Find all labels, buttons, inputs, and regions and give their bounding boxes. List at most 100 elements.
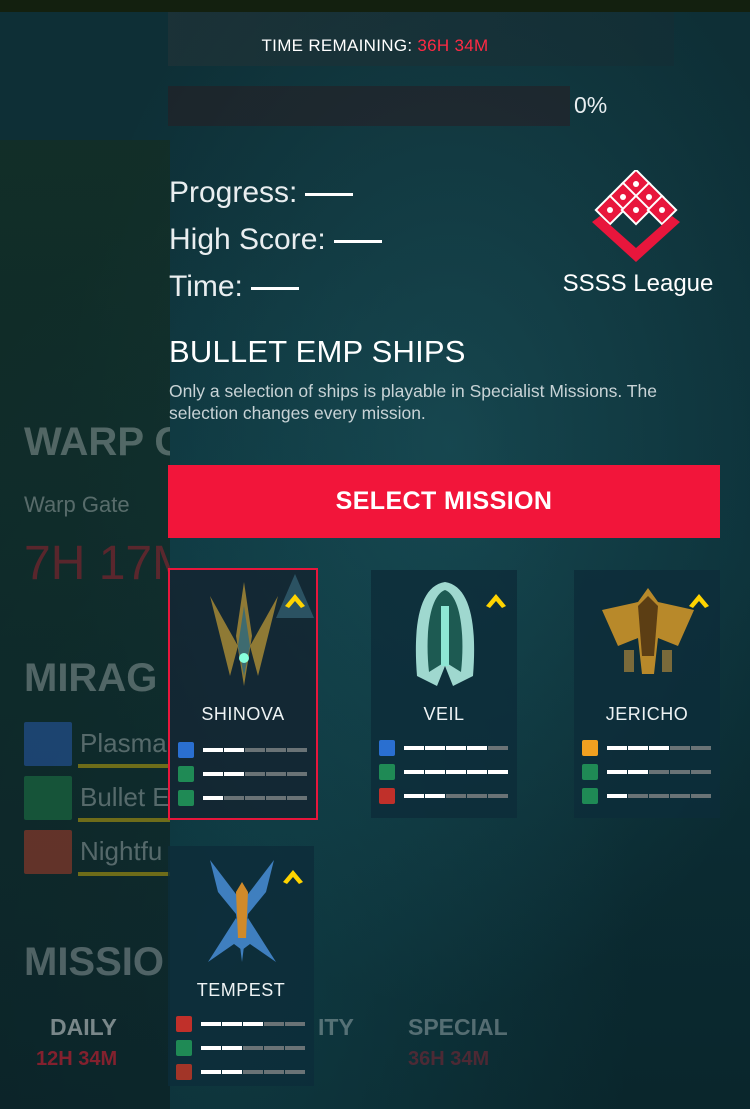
background-screen: WARP GATE Warp Gate 7H 17M MIRAG Plasma …	[0, 0, 170, 1109]
stat-bar-segment	[607, 746, 627, 750]
stat-bar-segment	[285, 1070, 305, 1074]
emp-icon	[379, 788, 395, 804]
stat-bar-segment	[488, 770, 508, 774]
stat-bar-segment	[425, 794, 445, 798]
stat-bar-segment	[266, 772, 286, 776]
boost-icon	[582, 788, 598, 804]
background-item: Nightfu	[80, 836, 163, 866]
rank-chevron-icon	[283, 870, 303, 884]
tempest-ship-icon	[208, 860, 276, 962]
stat-bar-segment	[446, 770, 466, 774]
fire-icon	[582, 740, 598, 756]
boost-icon	[178, 790, 194, 806]
stat-bar-segment	[425, 770, 445, 774]
stat-bar-segment	[266, 796, 286, 800]
stat-bar-segment	[222, 1046, 242, 1050]
stat-bar-segment	[287, 772, 307, 776]
missions-title: MISSIO	[24, 940, 165, 984]
ship-name: JERICHO	[605, 704, 689, 724]
time-stat: Time:	[169, 270, 299, 304]
stat-bar-segment	[201, 1046, 221, 1050]
ship-stat-row	[178, 766, 312, 782]
stat-bar-segment	[691, 794, 711, 798]
bullet-icon	[582, 764, 598, 780]
ship-stat-row	[178, 742, 312, 758]
stat-bar-segment	[245, 748, 265, 752]
stat-bar-segment	[467, 794, 487, 798]
ship-stat-row	[582, 788, 716, 804]
stat-bar-segment	[628, 794, 648, 798]
ship-stat-row	[176, 1016, 310, 1032]
time-remaining-value: 36H 34M	[417, 36, 489, 55]
stat-bar-segment	[628, 746, 648, 750]
mirage-title: MIRAG	[24, 656, 158, 700]
ship-card-shinova[interactable]: SHINOVA	[168, 568, 318, 820]
mission-title: BULLET EMP SHIPS	[169, 334, 466, 369]
stat-bar-segment	[607, 794, 627, 798]
ship-name: SHINOVA	[201, 704, 285, 724]
stat-bar-segment	[201, 1070, 221, 1074]
tab-special: SPECIAL	[408, 1014, 508, 1040]
stat-bar-segment	[222, 1070, 242, 1074]
stat-bar-segment	[285, 1046, 305, 1050]
background-item: Plasma	[80, 728, 167, 758]
ship-name: TEMPEST	[196, 980, 286, 1000]
stat-bar-segment	[264, 1022, 284, 1026]
plasma-icon	[379, 740, 395, 756]
warp-gate-timer: 7H 17M	[24, 537, 170, 590]
ship-card-tempest[interactable]: TEMPEST	[168, 846, 314, 1086]
background-item: Bullet E	[80, 782, 170, 812]
stat-bar-segment	[264, 1046, 284, 1050]
time-label: Time:	[169, 270, 243, 303]
time-remaining-label: TIME REMAINING:	[261, 36, 413, 55]
tab-daily: DAILY	[50, 1014, 117, 1040]
bullet-icon	[24, 776, 72, 820]
league-logo-icon	[592, 170, 680, 262]
stat-bar-segment	[425, 746, 445, 750]
nightfury-icon	[24, 830, 72, 874]
bullet-icon	[176, 1040, 192, 1056]
stat-bar-segment	[287, 748, 307, 752]
stat-bar-segment	[245, 772, 265, 776]
mission-progress-bar	[168, 86, 570, 126]
time-remaining: TIME REMAINING: 36H 34M	[0, 36, 750, 56]
ship-stat-row	[176, 1040, 310, 1056]
stat-bar-segment	[649, 770, 669, 774]
stat-bar-segment	[628, 770, 648, 774]
stat-bar-segment	[243, 1070, 263, 1074]
mission-description: Only a selection of ships is playable in…	[169, 381, 657, 423]
stat-bar-segment	[224, 748, 244, 752]
progress-label: Progress:	[169, 176, 298, 209]
emp-icon	[176, 1016, 192, 1032]
stat-bar-segment	[446, 746, 466, 750]
select-mission-button[interactable]: SELECT MISSION	[168, 465, 720, 538]
progress-percent: 0%	[574, 92, 608, 118]
stat-bar-segment	[607, 770, 627, 774]
high-score-label: High Score:	[169, 223, 326, 256]
ship-stat-row	[582, 740, 716, 756]
stat-bar-segment	[266, 748, 286, 752]
stat-bar-segment	[670, 746, 690, 750]
stat-bar-segment	[404, 794, 424, 798]
stat-bar-segment	[203, 772, 223, 776]
warp-gate-title: WARP GATE	[24, 420, 170, 464]
nightfury-icon	[176, 1064, 192, 1080]
rank-chevron-icon	[689, 594, 709, 608]
stat-bar-segment	[287, 796, 307, 800]
stat-bar-segment	[243, 1022, 263, 1026]
ship-card-veil[interactable]: VEIL	[371, 570, 517, 818]
ship-card-jericho[interactable]: JERICHO	[574, 570, 720, 818]
warp-gate-subtitle: Warp Gate	[24, 492, 130, 517]
stat-bar-segment	[649, 794, 669, 798]
tab-daily-time: 12H 34M	[36, 1048, 118, 1070]
ship-stat-row	[379, 740, 513, 756]
ship-stat-row	[582, 764, 716, 780]
stat-bar-segment	[404, 746, 424, 750]
ship-stat-row	[178, 790, 312, 806]
ship-name: VEIL	[423, 704, 465, 724]
stat-bar-segment	[201, 1022, 221, 1026]
stat-bar-segment	[245, 796, 265, 800]
progress-stat: Progress:	[169, 176, 354, 210]
stat-bar-segment	[203, 796, 223, 800]
ship-stat-row	[379, 788, 513, 804]
